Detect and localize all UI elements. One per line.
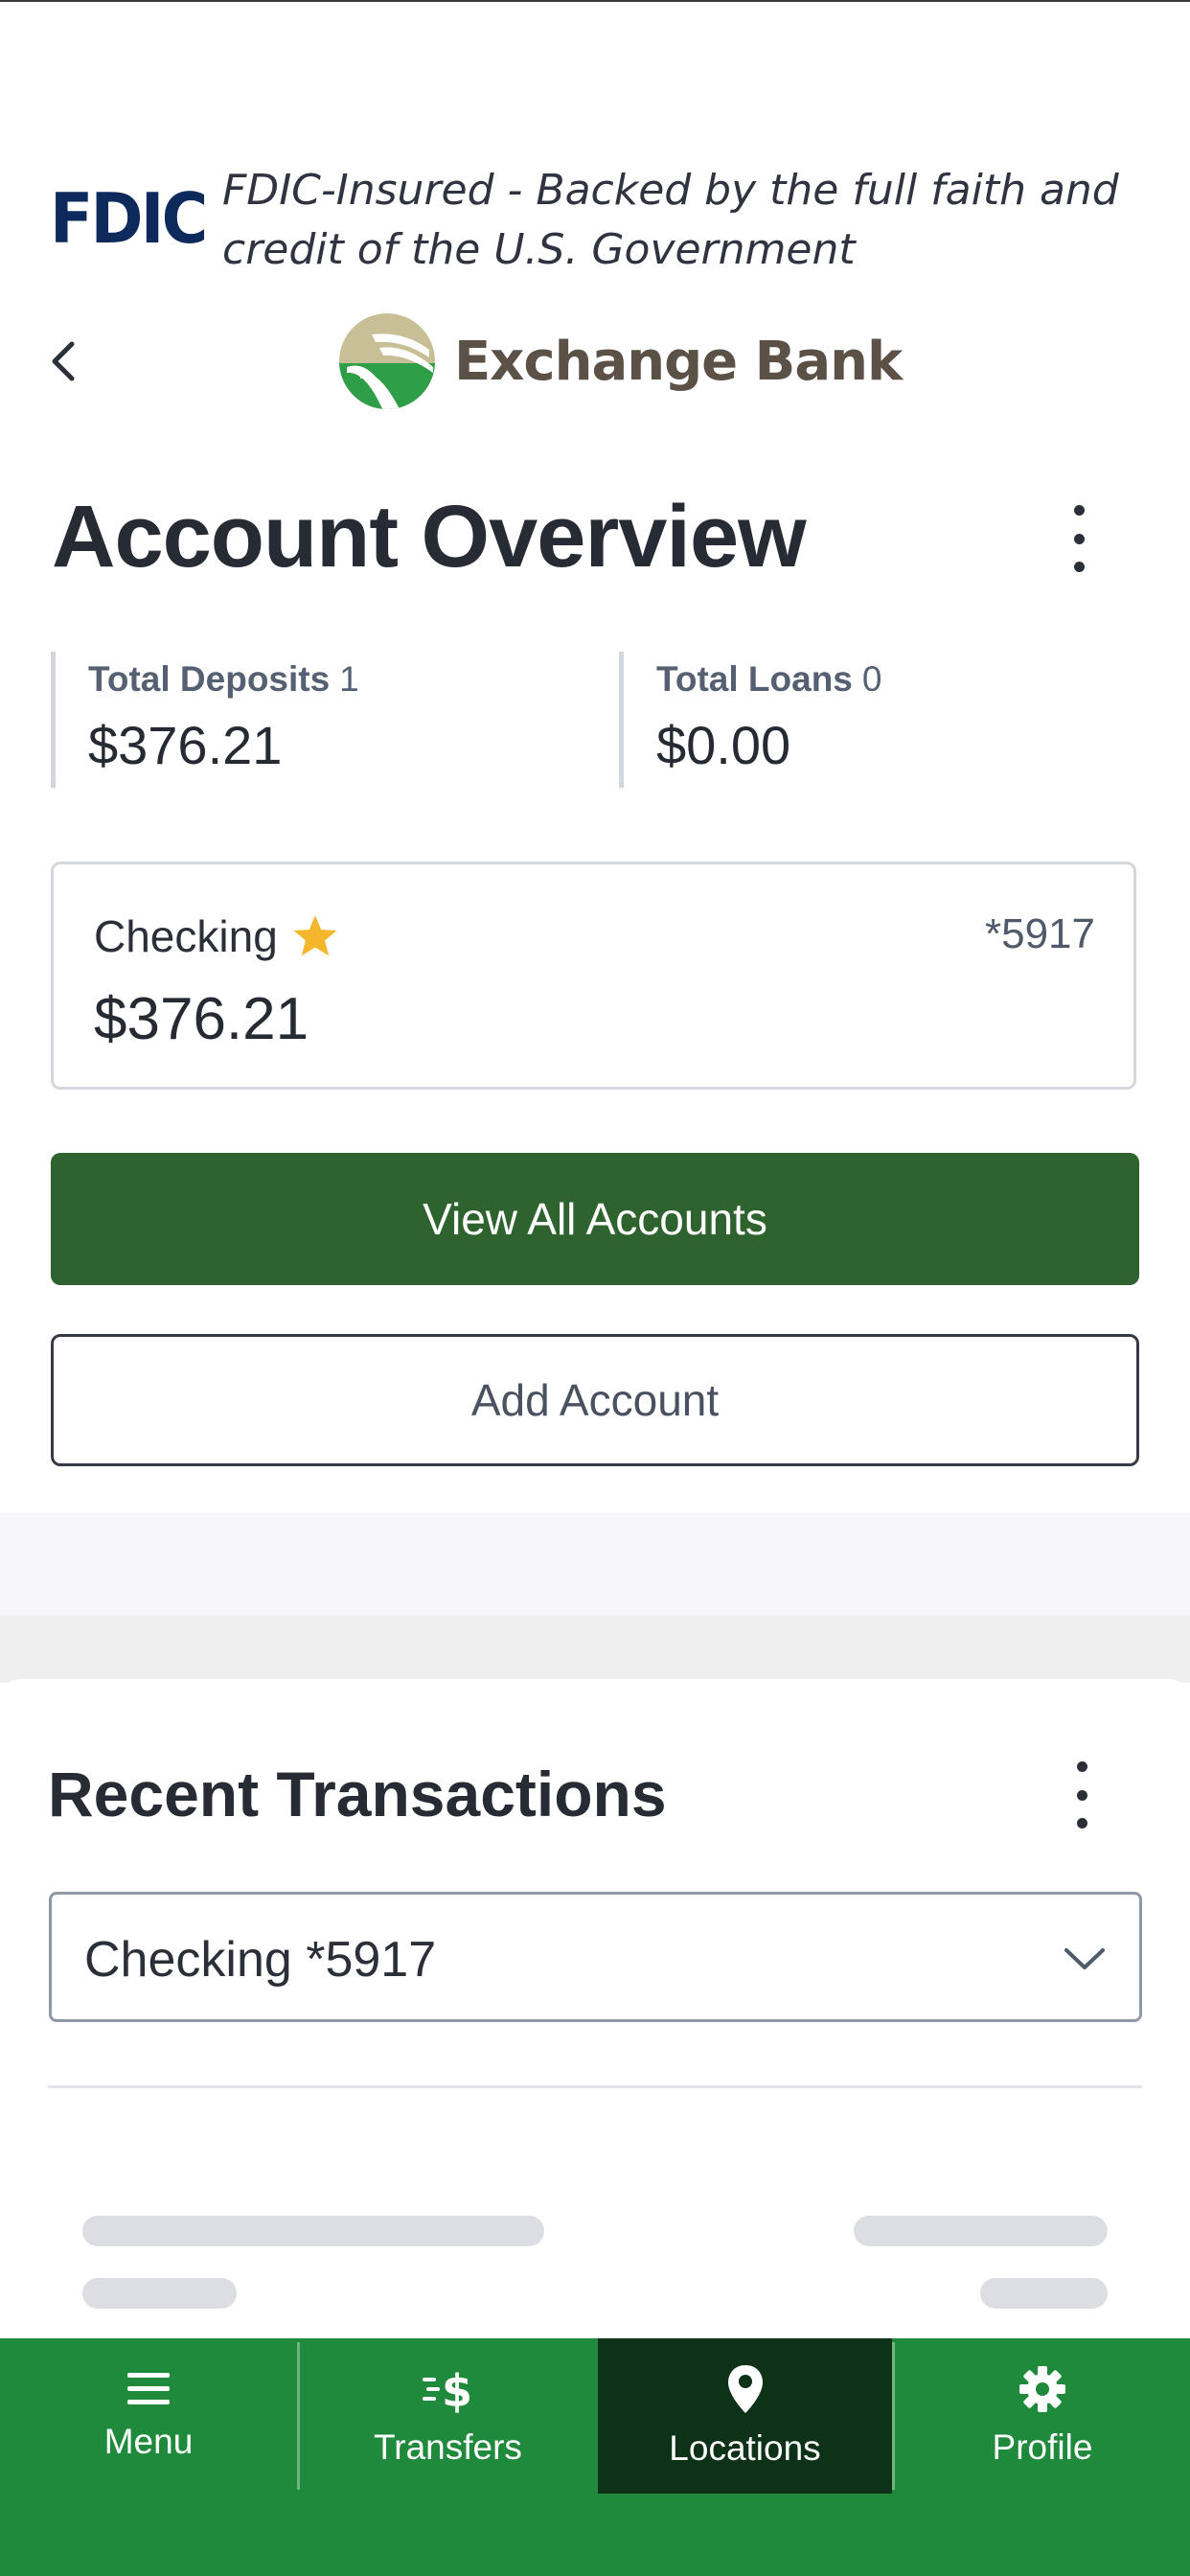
account-balance: $376.21 (94, 986, 309, 1052)
gear-icon (1019, 2366, 1065, 2412)
nav-profile-label: Profile (992, 2427, 1093, 2467)
star-icon (293, 915, 337, 956)
kebab-dot (1076, 1761, 1087, 1772)
view-all-accounts-button[interactable]: View All Accounts (51, 1153, 1139, 1285)
fdic-insured-text: FDIC-Insured - Backed by the full faith … (222, 166, 1119, 274)
total-deposits-summary: Total Deposits 1 $376.21 (51, 652, 586, 788)
svg-text:$: $ (442, 2365, 472, 2414)
nav-profile[interactable]: Profile (895, 2338, 1190, 2494)
section-spacer (0, 1512, 1190, 1616)
fdic-logo: FDIC (50, 178, 208, 259)
fdic-banner: FDIC FDIC-Insured - Backed by the full f… (50, 161, 1152, 276)
account-select-value: Checking *5917 (84, 1932, 437, 1988)
kebab-dot (1073, 562, 1085, 572)
nav-menu-label: Menu (103, 2422, 194, 2461)
section-divider-band (0, 1616, 1190, 1683)
loading-placeholder (854, 2216, 1108, 2246)
nav-locations[interactable]: Locations (598, 2338, 892, 2494)
bank-logo-icon (339, 313, 435, 409)
kebab-dot (1076, 1818, 1087, 1828)
total-deposits-label: Total Deposits (88, 659, 331, 699)
loading-placeholder (82, 2278, 237, 2309)
transactions-more-button[interactable] (1067, 1761, 1096, 1828)
page-title: Account Overview (52, 488, 807, 586)
divider (48, 2085, 1142, 2088)
kebab-dot (1076, 1789, 1087, 1801)
top-edge-line (0, 0, 1190, 2)
account-select[interactable]: Checking *5917 (49, 1892, 1142, 2022)
total-loans-count: 0 (861, 659, 882, 699)
total-deposits-count: 1 (339, 659, 359, 699)
total-loans-summary: Total Loans 0 $0.00 (619, 652, 1155, 788)
total-loans-label: Total Loans (656, 659, 853, 699)
chevron-left-icon (52, 341, 75, 381)
add-account-button[interactable]: Add Account (51, 1334, 1139, 1466)
nav-locations-label: Locations (669, 2428, 821, 2468)
nav-transfers-label: Transfers (374, 2427, 522, 2467)
account-name: Checking (94, 911, 278, 961)
bank-name: Exchange Bank (454, 330, 903, 393)
loading-placeholder (82, 2216, 544, 2246)
total-loans-value: $0.00 (656, 715, 791, 775)
total-deposits-value: $376.21 (88, 715, 283, 775)
exchange-bank-logo: Exchange Bank (337, 309, 903, 414)
location-pin-icon (727, 2365, 763, 2413)
app-header: Exchange Bank (0, 299, 1190, 424)
kebab-dot (1073, 505, 1085, 516)
transfers-icon: $ (422, 2365, 472, 2414)
loading-placeholder (980, 2278, 1108, 2309)
menu-icon (127, 2373, 170, 2404)
bottom-navigation: Menu $ Transfers Locations Profile (0, 2338, 1190, 2576)
overview-more-button[interactable] (1064, 505, 1093, 572)
recent-transactions-title: Recent Transactions (48, 1759, 667, 1829)
checking-account-card[interactable]: Checking *5917 $376.21 (51, 862, 1136, 1090)
nav-transfers[interactable]: $ Transfers (300, 2338, 596, 2494)
chevron-down-icon (1064, 1948, 1105, 1969)
back-button[interactable] (44, 328, 82, 395)
account-number: *5917 (984, 910, 1095, 957)
nav-menu[interactable]: Menu (0, 2338, 297, 2494)
kebab-dot (1073, 533, 1085, 544)
